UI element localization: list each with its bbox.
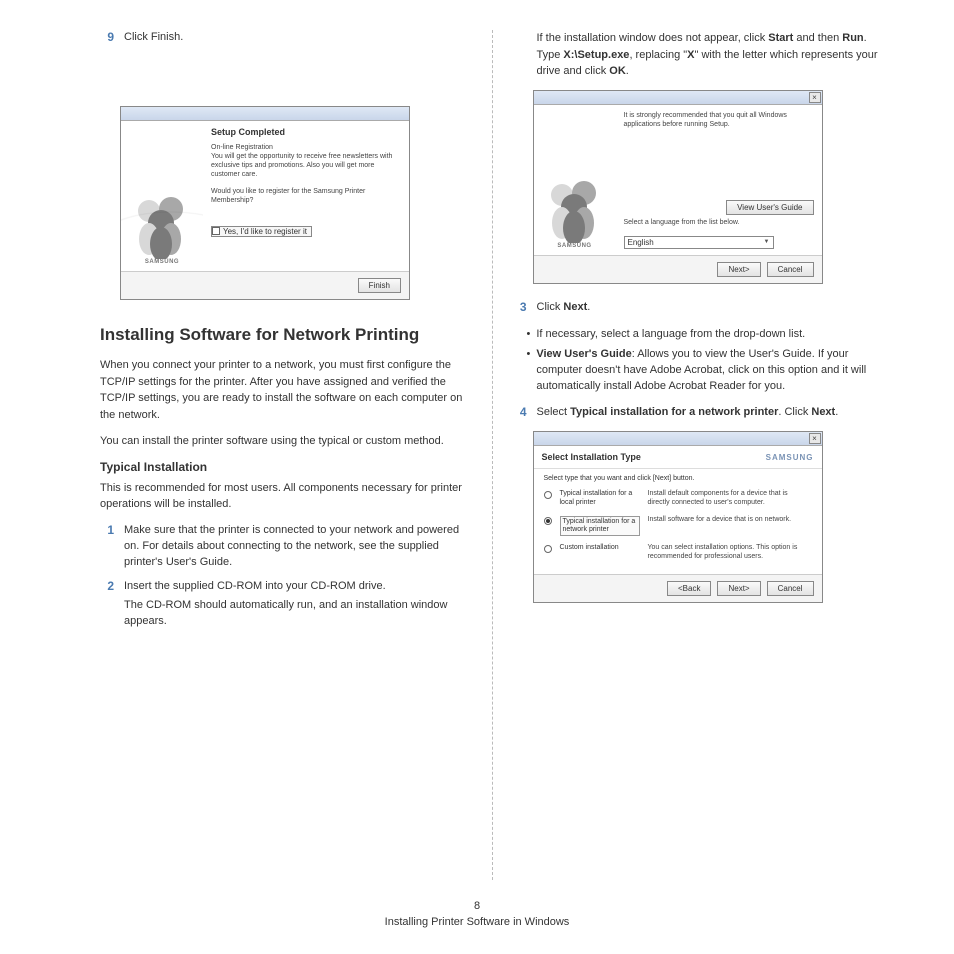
step-number: 2 (100, 579, 114, 635)
step-text-l1: Insert the supplied CD-ROM into your CD-… (124, 579, 472, 595)
register-checkbox[interactable]: Yes, I'd like to register it (211, 226, 312, 237)
option-label: Typical installation for a local printer (560, 490, 640, 507)
samsung-logo: SAMSUNG (557, 243, 591, 249)
checkbox-icon (212, 227, 220, 235)
step-text: Click Finish. (124, 30, 472, 46)
radio-icon (544, 491, 552, 499)
dialog-heading: Select Installation Type (542, 452, 641, 462)
step-4: 4 Select Typical installation for a netw… (513, 405, 885, 421)
step-number: 1 (100, 523, 114, 571)
option-label: Typical installation for a network print… (560, 516, 640, 537)
option-desc: Install software for a device that is on… (648, 516, 812, 525)
dialog-titlebar (121, 107, 409, 121)
people-icon (540, 173, 610, 243)
step-2: 2 Insert the supplied CD-ROM into your C… (100, 579, 472, 635)
reg-question: Would you like to register for the Samsu… (211, 187, 401, 205)
finish-button[interactable]: Finish (358, 278, 401, 293)
dialog-graphic: SAMSUNG (121, 121, 203, 271)
step-number: 3 (513, 300, 527, 320)
reg-heading: On-line Registration (211, 144, 273, 151)
samsung-logo: SAMSUNG (766, 453, 814, 462)
next-button[interactable]: Next> (717, 262, 760, 277)
bullet-lang: • If necessary, select a language from t… (527, 327, 885, 343)
page-footer: 8 Installing Printer Software in Windows (0, 899, 954, 930)
close-icon[interactable]: × (809, 433, 821, 444)
view-guide-button[interactable]: View User's Guide (726, 200, 813, 215)
setup-completed-dialog: SAMSUNG Setup Completed On-line Registra… (120, 106, 410, 300)
page-title: Installing Printer Software in Windows (0, 915, 954, 930)
step-3: 3 Click Next. (513, 300, 885, 320)
chevron-down-icon: ▼ (764, 239, 770, 245)
option-label: Custom installation (560, 544, 640, 552)
next-button[interactable]: Next> (717, 581, 760, 596)
step-number: 9 (100, 30, 114, 46)
page-number: 8 (0, 899, 954, 914)
back-button[interactable]: <Back (667, 581, 711, 596)
cancel-button[interactable]: Cancel (767, 262, 814, 277)
language-value: English (628, 238, 654, 247)
radio-icon (544, 517, 552, 525)
run-instruction: If the installation window does not appe… (537, 30, 885, 80)
option-desc: Install default components for a device … (648, 490, 812, 508)
close-icon[interactable]: × (809, 92, 821, 103)
option-desc: You can select installation options. Thi… (648, 544, 812, 562)
reg-text: You will get the opportunity to receive … (211, 153, 392, 178)
option-network[interactable]: Typical installation for a network print… (544, 516, 812, 537)
dialog-instruction: Select type that you want and click [Nex… (544, 475, 812, 482)
dialog-titlebar: × (534, 91, 822, 105)
intro-para-3: This is recommended for most users. All … (100, 480, 472, 513)
language-dialog: × SAMSUNG It is strongly recommended th (533, 90, 823, 284)
dialog-heading: Setup Completed (211, 127, 401, 137)
intro-para-1: When you connect your printer to a netwo… (100, 357, 472, 423)
cancel-button[interactable]: Cancel (767, 581, 814, 596)
step-9: 9 Click Finish. (100, 30, 472, 46)
section-title: Installing Software for Network Printing (100, 324, 472, 345)
dialog-graphic: SAMSUNG (534, 105, 616, 255)
samsung-logo: SAMSUNG (145, 259, 179, 265)
option-local[interactable]: Typical installation for a local printer… (544, 490, 812, 508)
language-select[interactable]: English ▼ (624, 236, 774, 249)
bullet-guide: • View User's Guide: Allows you to view … (527, 347, 885, 395)
step-number: 4 (513, 405, 527, 421)
dialog-titlebar: × (534, 432, 822, 446)
right-column: If the installation window does not appe… (493, 30, 905, 880)
step-text: Click Next. (537, 300, 885, 316)
step-text: Select Typical installation for a networ… (537, 405, 885, 421)
step-1: 1 Make sure that the printer is connecte… (100, 523, 472, 571)
step-text: Make sure that the printer is connected … (124, 523, 472, 571)
step-text-l2: The CD-ROM should automatically run, and… (124, 598, 472, 630)
install-type-dialog: × Select Installation Type SAMSUNG Selec… (533, 431, 823, 603)
lang-label: Select a language from the list below. (624, 218, 814, 227)
left-column: 9 Click Finish. SAMSUNG (50, 30, 492, 880)
sub-heading: Typical Installation (100, 460, 472, 474)
recommend-text: It is strongly recommended that you quit… (624, 111, 814, 129)
option-custom[interactable]: Custom installation You can select insta… (544, 544, 812, 562)
checkbox-label: Yes, I'd like to register it (223, 227, 307, 236)
intro-para-2: You can install the printer software usi… (100, 433, 472, 450)
radio-icon (544, 545, 552, 553)
